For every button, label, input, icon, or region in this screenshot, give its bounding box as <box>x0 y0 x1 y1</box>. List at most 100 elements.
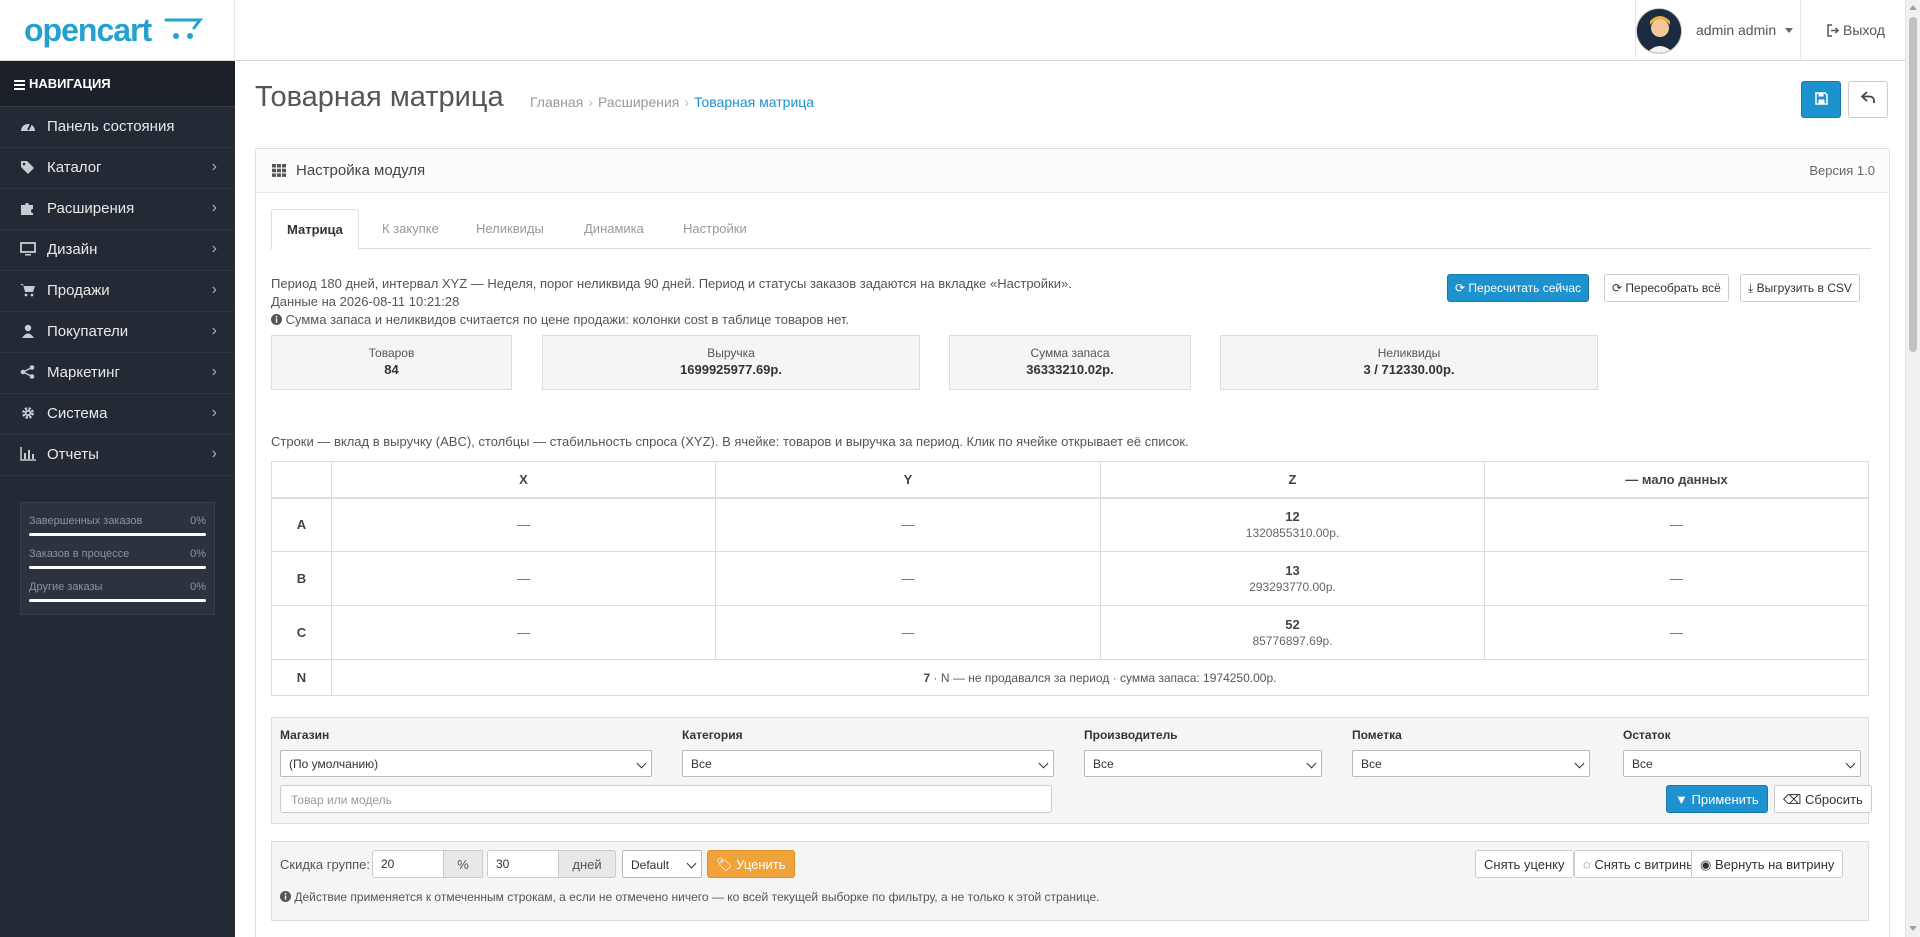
table-row-unsold: N 7 · N — не продавался за период · сумм… <box>271 659 1869 696</box>
progress-bar <box>29 599 206 602</box>
panel-heading: Настройка модуля Версия 1.0 <box>256 149 1889 193</box>
matrix-cell[interactable]: — <box>715 497 1101 552</box>
apply-discount-button[interactable]: 🏷 Уценить <box>707 850 795 878</box>
customer-group-select[interactable]: Default <box>622 850 702 878</box>
manufacturer-select[interactable]: Все <box>1084 750 1322 777</box>
kpi-stock-sum: Сумма запаса 36333210.02р. <box>949 335 1191 390</box>
matrix-cell[interactable]: 12 1320855310.00р. <box>1100 497 1485 552</box>
stock-value: Все <box>1632 757 1653 771</box>
sidebar-item-system[interactable]: Система › <box>0 394 235 435</box>
column-header: Y <box>715 461 1101 499</box>
nav-heading[interactable]: НАВИГАЦИЯ <box>0 61 235 107</box>
gear-icon <box>19 406 37 422</box>
hide-from-storefront-button[interactable]: ◌ Снять с витрины <box>1574 850 1705 878</box>
days-addon: дней <box>558 850 616 878</box>
stat-value: 0% <box>190 581 206 593</box>
cell-sum: 85776897.69р. <box>1252 634 1333 648</box>
discount-percent-input[interactable]: 20 <box>372 850 444 878</box>
logout-button[interactable]: Выход <box>1800 0 1905 61</box>
stat-label: Завершенных заказов <box>29 515 143 527</box>
matrix-cell[interactable]: 13 293293770.00р. <box>1100 551 1485 606</box>
tab-settings[interactable]: Настройки <box>683 209 747 249</box>
chevron-right-icon: › <box>211 404 217 421</box>
category-value: Все <box>691 757 712 771</box>
apply-filter-label: Применить <box>1691 792 1759 807</box>
rebuild-button[interactable]: ⟳ Пересобрать всё <box>1604 274 1729 302</box>
opencart-logo[interactable]: opencart <box>24 12 152 49</box>
tab-to-purchase[interactable]: К закупке <box>382 209 439 249</box>
discount-days-input[interactable]: 30 <box>487 850 559 878</box>
reset-filter-button[interactable]: ⌫ Сбросить <box>1774 785 1872 813</box>
tab-matrix[interactable]: Матрица <box>271 209 359 250</box>
remove-discount-label: Снять уценку <box>1484 857 1565 872</box>
manufacturer-value: Все <box>1093 757 1114 771</box>
export-csv-button[interactable]: ⤓ Выгрузить в CSV <box>1740 274 1860 302</box>
chevron-down-icon <box>1574 758 1585 769</box>
remove-discount-button[interactable]: Снять уценку <box>1475 850 1574 878</box>
stat-label: Другие заказы <box>29 581 103 593</box>
unsold-cell[interactable]: 7 · N — не продавался за период · сумма … <box>331 659 1869 696</box>
breadcrumb-extensions[interactable]: Расширения <box>598 94 679 110</box>
breadcrumb-current[interactable]: Товарная матрица <box>694 94 814 110</box>
matrix-cell[interactable]: — <box>1484 497 1869 552</box>
scroll-up-icon[interactable] <box>1909 5 1917 10</box>
discount-panel: Скидка группе: 20 % 30 дней Default 🏷 Уц… <box>271 841 1869 921</box>
row-header: A <box>271 497 332 552</box>
matrix-cell[interactable]: 52 85776897.69р. <box>1100 605 1485 660</box>
save-button[interactable] <box>1801 81 1841 118</box>
sidebar-item-catalog[interactable]: Каталог › <box>0 148 235 189</box>
tab-dynamics[interactable]: Динамика <box>584 209 644 249</box>
cell-count: 52 <box>1285 617 1300 632</box>
search-input[interactable]: Товар или модель <box>280 785 1052 813</box>
tab-illiquid[interactable]: Неликвиды <box>476 209 544 249</box>
sidebar-item-marketing[interactable]: Маркетинг › <box>0 353 235 394</box>
store-select[interactable]: (По умолчанию) <box>280 750 652 777</box>
nav-heading-label: НАВИГАЦИЯ <box>29 76 111 91</box>
sidebar-item-extensions[interactable]: Расширения › <box>0 189 235 230</box>
back-button[interactable] <box>1848 81 1888 118</box>
page-scrollbar[interactable] <box>1905 0 1920 937</box>
stock-select[interactable]: Все <box>1623 750 1861 777</box>
sidebar-item-reports[interactable]: Отчеты › <box>0 435 235 476</box>
restore-to-storefront-button[interactable]: ◉ Вернуть на витрину <box>1691 850 1844 878</box>
stat-completed: Завершенных заказов 0% <box>29 511 206 544</box>
matrix-cell[interactable]: — <box>331 605 716 660</box>
sidebar: НАВИГАЦИЯ Панель состояния Каталог › Рас… <box>0 61 235 937</box>
manufacturer-label: Производитель <box>1084 728 1178 742</box>
discount-note: Действие применяется к отмеченным строка… <box>280 890 1099 904</box>
caret-down-icon <box>1785 28 1793 33</box>
table-row: C — — 52 85776897.69р. — <box>271 605 1869 660</box>
rebuild-label: Пересобрать всё <box>1625 281 1721 295</box>
chevron-down-icon <box>636 758 647 769</box>
scroll-thumb[interactable] <box>1909 17 1917 352</box>
save-icon <box>1814 92 1828 105</box>
matrix-cell[interactable]: — <box>1484 605 1869 660</box>
eye-icon: ◉ <box>1700 857 1712 872</box>
apply-discount-label: Уценить <box>736 857 786 872</box>
sidebar-item-customers[interactable]: Покупатели › <box>0 312 235 353</box>
sidebar-item-design[interactable]: Дизайн › <box>0 230 235 271</box>
sidebar-item-dashboard[interactable]: Панель состояния <box>0 107 235 148</box>
data-timestamp: Данные на 2026-08-11 10:21:28 <box>271 294 460 309</box>
kpi-label: Товаров <box>368 346 415 360</box>
category-select[interactable]: Все <box>682 750 1054 777</box>
mark-select[interactable]: Все <box>1352 750 1590 777</box>
recalculate-button[interactable]: ⟳ Пересчитать сейчас <box>1447 274 1590 302</box>
matrix-cell[interactable]: — <box>1484 551 1869 606</box>
sidebar-item-label: Покупатели <box>47 323 129 340</box>
grid-icon <box>272 164 286 177</box>
matrix-cell[interactable]: — <box>331 551 716 606</box>
sidebar-item-label: Расширения <box>47 200 135 217</box>
user-menu[interactable]: admin admin <box>1635 0 1793 61</box>
apply-filter-button[interactable]: ▼ Применить <box>1666 785 1768 813</box>
percent-addon: % <box>443 850 483 878</box>
scroll-down-icon[interactable] <box>1909 926 1917 931</box>
matrix-cell[interactable]: — <box>715 605 1101 660</box>
discount-label: Скидка группе: <box>280 857 370 872</box>
kpi-products: Товаров 84 <box>271 335 512 390</box>
stat-value: 0% <box>190 548 206 560</box>
sidebar-item-sales[interactable]: Продажи › <box>0 271 235 312</box>
matrix-cell[interactable]: — <box>715 551 1101 606</box>
breadcrumb-home[interactable]: Главная <box>530 94 583 110</box>
matrix-cell[interactable]: — <box>331 497 716 552</box>
